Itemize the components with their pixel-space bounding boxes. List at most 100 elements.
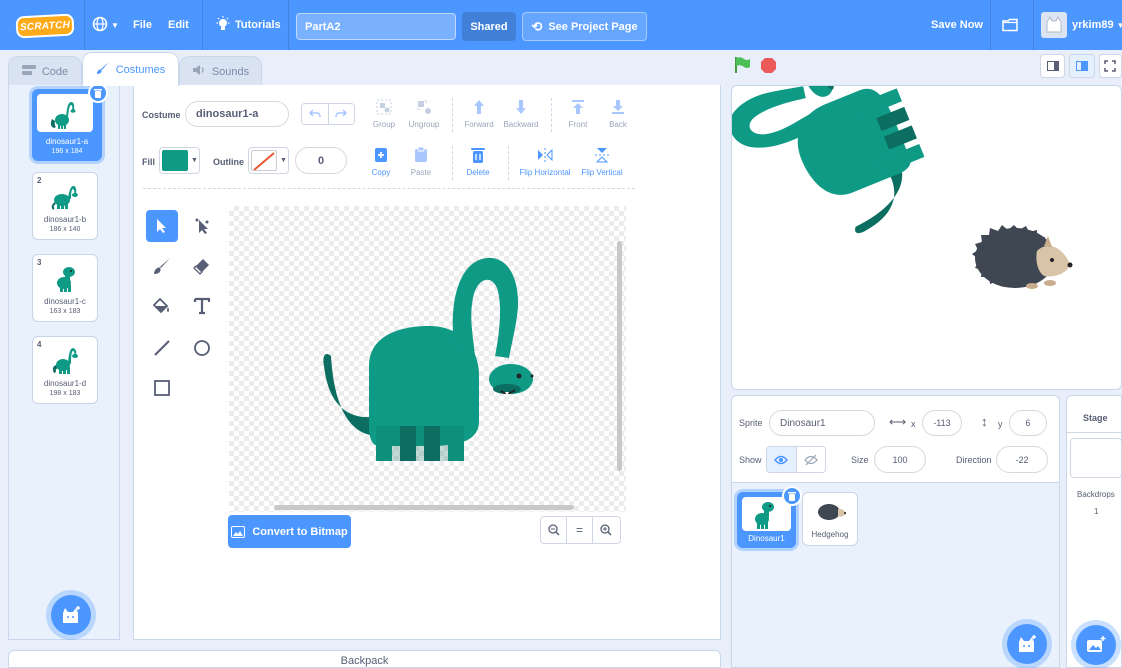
- zoom-reset-button[interactable]: =: [567, 517, 593, 543]
- reshape-tool[interactable]: [186, 210, 218, 242]
- front-icon: [569, 98, 587, 116]
- tab-sounds[interactable]: Sounds: [179, 56, 262, 86]
- zoom-in-button[interactable]: [593, 517, 619, 543]
- redo-button[interactable]: [328, 104, 354, 124]
- stop-button[interactable]: [760, 57, 777, 77]
- fill-color-picker[interactable]: ▼: [159, 147, 200, 174]
- stage-target-panel[interactable]: Stage Backdrops 1: [1066, 395, 1122, 668]
- front-button[interactable]: Front: [563, 98, 593, 129]
- language-menu[interactable]: ▼: [92, 0, 119, 50]
- undo-button[interactable]: [302, 104, 329, 124]
- tutorials-menu[interactable]: Tutorials: [216, 0, 281, 50]
- file-menu[interactable]: File: [133, 0, 152, 50]
- code-icon: [21, 65, 36, 78]
- small-stage-button[interactable]: [1040, 54, 1066, 78]
- sprite-item-dinosaur1[interactable]: Dinosaur1: [737, 486, 802, 548]
- save-now-button[interactable]: Save Now: [931, 0, 983, 50]
- sprite-name: Dinosaur1: [748, 534, 785, 543]
- zoom-out-button[interactable]: [541, 517, 567, 543]
- text-tool[interactable]: [186, 290, 218, 322]
- costume-item-2[interactable]: 2 dinosaur1-b 186 x 140: [32, 172, 98, 240]
- undo-redo-group: [301, 103, 355, 125]
- outline-width-input[interactable]: 0: [295, 147, 347, 174]
- ungroup-button[interactable]: Ungroup: [405, 98, 443, 129]
- costume-thumbnail: [37, 94, 93, 132]
- flip-horizontal-icon: [536, 146, 554, 164]
- circle-tool[interactable]: [186, 332, 218, 364]
- costume-item-1[interactable]: 1 dinosaur1-a 196 x 184: [32, 83, 108, 161]
- show-visible-button[interactable]: [767, 447, 797, 472]
- costume-item-4[interactable]: 4 dinosaur1-d 198 x 183: [32, 336, 98, 404]
- fullscreen-button[interactable]: [1098, 54, 1122, 78]
- x-position-input[interactable]: -113: [922, 410, 962, 436]
- costume-size: 196 x 184: [51, 148, 83, 155]
- scratch-logo[interactable]: SCRATCH: [15, 13, 75, 39]
- tab-code[interactable]: Code: [8, 56, 82, 86]
- fill-tool[interactable]: [146, 290, 178, 322]
- show-hidden-button[interactable]: [796, 447, 825, 472]
- choose-backdrop-button[interactable]: [1076, 625, 1116, 665]
- costume-item-3[interactable]: 3 dinosaur1-c 163 x 183: [32, 254, 98, 322]
- delete-sprite-button[interactable]: [782, 486, 802, 506]
- backward-button[interactable]: Backward: [500, 98, 542, 129]
- costume-name-input[interactable]: dinosaur1-a: [185, 101, 289, 127]
- brush-icon: [96, 61, 110, 78]
- flip-horizontal-button[interactable]: Flip Horizontal: [516, 146, 574, 177]
- delete-button[interactable]: Delete: [463, 146, 493, 177]
- no-color-swatch-icon: [251, 150, 277, 171]
- project-title-input[interactable]: [296, 13, 456, 40]
- edit-menu[interactable]: Edit: [168, 0, 189, 50]
- backpack[interactable]: Backpack: [8, 650, 721, 668]
- toolbar-divider: [452, 146, 453, 180]
- select-tool[interactable]: [146, 210, 178, 242]
- green-flag-button[interactable]: [733, 56, 751, 77]
- costume-number: 4: [37, 340, 42, 349]
- paint-canvas[interactable]: [229, 206, 626, 512]
- copy-icon: [372, 146, 390, 164]
- see-project-page-button[interactable]: ⟲ See Project Page: [522, 12, 647, 41]
- outline-color-picker[interactable]: ▼: [248, 147, 289, 174]
- copy-button[interactable]: Copy: [368, 146, 394, 177]
- sprite-name-input[interactable]: Dinosaur1: [769, 410, 875, 436]
- my-stuff-folder-icon[interactable]: [1002, 0, 1018, 50]
- rectangle-tool[interactable]: [146, 372, 178, 404]
- line-tool[interactable]: [146, 332, 178, 364]
- group-button[interactable]: Group: [369, 98, 399, 129]
- canvas-horizontal-scrollbar[interactable]: [274, 505, 574, 510]
- forward-button[interactable]: Forward: [460, 98, 498, 129]
- shared-button[interactable]: Shared: [462, 12, 516, 41]
- stage-canvas[interactable]: [731, 85, 1122, 390]
- toolbar-divider: [452, 98, 453, 132]
- toolbar-divider: [551, 98, 552, 132]
- globe-icon: [92, 16, 108, 35]
- sprite-item-hedgehog[interactable]: Hedgehog: [802, 492, 858, 546]
- menu-bar: SCRATCH ▼ File Edit Tutorials Shared ⟲ S…: [0, 0, 1122, 50]
- flip-vertical-button[interactable]: Flip Vertical: [578, 146, 626, 177]
- copy-label: Copy: [371, 168, 391, 177]
- menu-divider: [1033, 0, 1034, 50]
- eraser-tool[interactable]: [186, 250, 218, 282]
- forward-icon: [470, 98, 488, 116]
- large-stage-button[interactable]: [1069, 54, 1095, 78]
- menu-divider: [84, 0, 85, 50]
- y-position-input[interactable]: 6: [1009, 410, 1047, 436]
- menu-divider: [202, 0, 203, 50]
- direction-input[interactable]: -22: [996, 446, 1048, 473]
- eye-slash-icon: [803, 454, 818, 465]
- zoom-out-icon: [547, 524, 560, 536]
- delete-costume-button[interactable]: [88, 83, 108, 103]
- back-button[interactable]: Back: [603, 98, 633, 129]
- convert-to-bitmap-button[interactable]: Convert to Bitmap: [228, 515, 351, 548]
- size-input[interactable]: 100: [874, 446, 926, 473]
- dinosaur-costume-drawing: [323, 257, 534, 461]
- account-menu[interactable]: yrkim89 ▼: [1041, 0, 1122, 50]
- brush-tool[interactable]: [146, 250, 178, 282]
- paste-button[interactable]: Paste: [408, 146, 434, 177]
- canvas-vertical-scrollbar[interactable]: [617, 241, 622, 471]
- fullscreen-icon: [1104, 60, 1117, 72]
- tab-costumes[interactable]: Costumes: [82, 52, 179, 86]
- choose-costume-button[interactable]: [51, 595, 91, 635]
- square-icon: [154, 380, 170, 396]
- flip-horizontal-label: Flip Horizontal: [519, 168, 571, 177]
- choose-sprite-button[interactable]: [1007, 624, 1047, 664]
